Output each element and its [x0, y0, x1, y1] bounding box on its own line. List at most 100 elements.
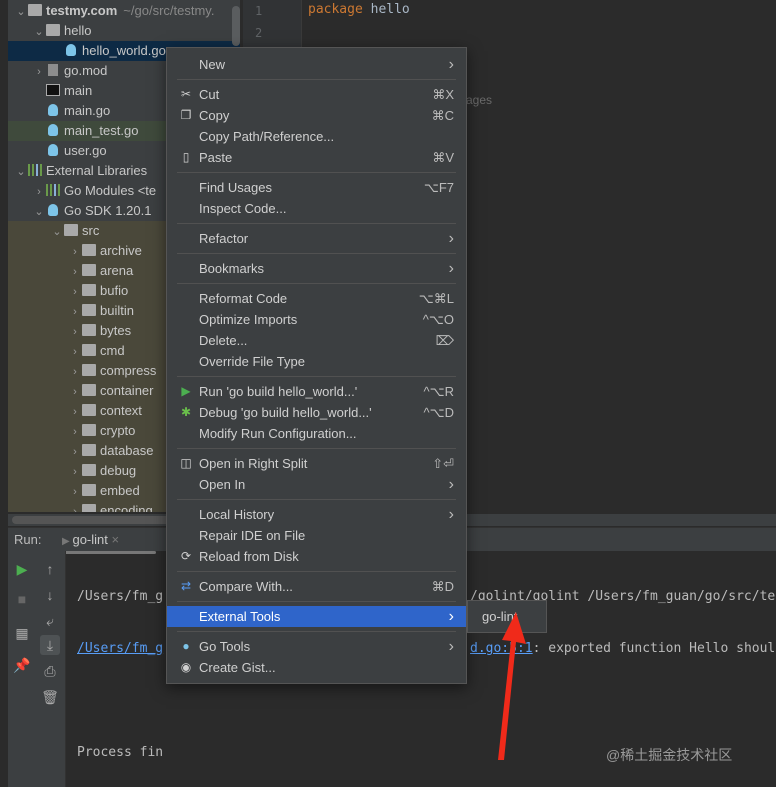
menu-item-delete[interactable]: Delete... ⌦	[167, 330, 466, 351]
chevron-down-icon[interactable]: ⌄	[32, 202, 46, 222]
menu-item-copy-path-reference[interactable]: Copy Path/Reference...	[167, 126, 466, 147]
tab-go-lint[interactable]: ▶ go-lint ×	[56, 532, 156, 554]
chevron-right-icon[interactable]: ›	[68, 342, 82, 362]
chevron-right-icon[interactable]: ›	[68, 262, 82, 282]
tree-item-label: hello	[64, 23, 92, 38]
menu-item-repair-ide-on-file[interactable]: Repair IDE on File	[167, 525, 466, 546]
chevron-right-icon[interactable]: ›	[68, 482, 82, 502]
tree-item-label: Go Modules <te	[64, 183, 157, 198]
menu-item-inspect-code[interactable]: Inspect Code...	[167, 198, 466, 219]
menu-item-reload-from-disk[interactable]: ⟳ Reload from Disk	[167, 546, 466, 567]
menu-item-open-in[interactable]: Open In ›	[167, 474, 466, 495]
chevron-down-icon[interactable]: ⌄	[14, 2, 28, 22]
menu-item-copy[interactable]: ❐ Copy ⌘C	[167, 105, 466, 126]
menu-item-label: Find Usages	[199, 180, 272, 195]
chevron-right-icon[interactable]: ›	[68, 462, 82, 482]
menu-item-label: Refactor	[199, 231, 249, 246]
tree-scrollbar[interactable]	[232, 6, 240, 46]
trash-icon[interactable]: 🗑	[40, 687, 60, 707]
menu-item-bookmarks[interactable]: Bookmarks ›	[167, 258, 466, 279]
folder-icon	[82, 324, 96, 336]
menu-item-compare-with[interactable]: ⇄ Compare With... ⌘D	[167, 576, 466, 597]
libs-icon	[46, 184, 60, 196]
menu-item-new[interactable]: New ›	[167, 54, 466, 75]
layout-icon[interactable]: ▦	[12, 623, 32, 643]
folder-icon	[82, 444, 96, 456]
menu-separator	[167, 495, 466, 504]
menu-item-paste[interactable]: ▯ Paste ⌘V	[167, 147, 466, 168]
tree-item-label: crypto	[100, 423, 136, 438]
menu-separator	[167, 597, 466, 606]
code-line[interactable]: package hello	[308, 2, 410, 17]
up-arrow-icon[interactable]: ↑	[40, 559, 60, 579]
tree-item-label: main.go	[64, 103, 111, 118]
shortcut: ^⌥R	[423, 384, 454, 399]
folder-icon	[82, 384, 96, 396]
menu-item-label: Bookmarks	[199, 261, 265, 276]
menu-item-modify-run-configuration[interactable]: Modify Run Configuration...	[167, 423, 466, 444]
shortcut: ⌥F7	[423, 180, 454, 195]
tab-label: go-lint	[72, 532, 108, 547]
menu-item-find-usages[interactable]: Find Usages ⌥F7	[167, 177, 466, 198]
tree-item[interactable]: ⌄ testmy.com ~/go/src/testmy.	[8, 1, 240, 21]
close-icon[interactable]: ×	[112, 532, 120, 547]
shortcut: ⇧⏎	[432, 456, 454, 471]
chevron-down-icon[interactable]: ⌄	[50, 222, 64, 242]
chevron-right-icon[interactable]: ›	[32, 62, 46, 82]
chevron-right-icon[interactable]: ›	[68, 302, 82, 322]
compare-icon: ⇄	[180, 579, 192, 593]
chevron-right-icon[interactable]: ›	[68, 382, 82, 402]
folder-icon	[82, 284, 96, 296]
menu-item-refactor[interactable]: Refactor ›	[167, 228, 466, 249]
chevron-right-icon[interactable]: ›	[32, 182, 46, 202]
scroll-to-end-icon[interactable]: ⤓	[40, 635, 60, 655]
menu-item-local-history[interactable]: Local History ›	[167, 504, 466, 525]
chevron-right-icon[interactable]: ›	[68, 242, 82, 262]
keyword: package	[308, 2, 363, 17]
chevron-right-icon[interactable]: ›	[68, 362, 82, 382]
stop-icon[interactable]: ■	[12, 589, 32, 609]
chevron-right-icon[interactable]: ›	[68, 282, 82, 302]
menu-item-label: Modify Run Configuration...	[199, 426, 357, 441]
soft-wrap-icon[interactable]: ⤶	[40, 611, 60, 631]
menu-item-override-file-type[interactable]: Override File Type	[167, 351, 466, 372]
tree-item-label: compress	[100, 363, 157, 378]
folder-icon	[82, 424, 96, 436]
tree-item-label: debug	[100, 463, 137, 478]
chevron-down-icon[interactable]: ⌄	[32, 22, 46, 42]
run-config-icon: ▶	[62, 536, 73, 547]
menu-item-debug-go-build-hello-world[interactable]: ✱ Debug 'go build hello_world...' ^⌥D	[167, 402, 466, 423]
menu-item-open-in-right-split[interactable]: ◫ Open in Right Split ⇧⏎	[167, 453, 466, 474]
print-icon[interactable]: ⎙	[40, 661, 60, 681]
pin-icon[interactable]: 📌	[12, 655, 32, 675]
tree-item[interactable]: ⌄ hello	[8, 21, 240, 41]
menu-separator	[167, 567, 466, 576]
shortcut: ⌘V	[432, 150, 454, 165]
rerun-icon[interactable]: ▶	[12, 559, 32, 579]
file-icon	[48, 64, 58, 76]
folder-icon	[64, 224, 78, 236]
menu-item-reformat-code[interactable]: Reformat Code ⌥⌘L	[167, 288, 466, 309]
menu-item-label: Debug 'go build hello_world...'	[199, 405, 372, 420]
console-link[interactable]: /Users/fm_g	[77, 641, 163, 656]
menu-item-optimize-imports[interactable]: Optimize Imports ^⌥O	[167, 309, 466, 330]
down-arrow-icon[interactable]: ↓	[40, 585, 60, 605]
tree-item-label: testmy.com	[46, 3, 118, 18]
menu-item-label: Reformat Code	[199, 291, 288, 306]
gopher-icon	[66, 44, 76, 56]
folder-icon	[82, 264, 96, 276]
chevron-right-icon[interactable]: ›	[68, 422, 82, 442]
menu-item-run-go-build-hello-world[interactable]: ▶ Run 'go build hello_world...' ^⌥R	[167, 381, 466, 402]
chevron-down-icon[interactable]: ⌄	[14, 162, 28, 182]
chevron-right-icon[interactable]: ›	[68, 322, 82, 342]
menu-item-create-gist[interactable]: ◉ Create Gist...	[167, 657, 466, 678]
chevron-right-icon[interactable]: ›	[68, 502, 82, 512]
chevron-right-icon: ›	[448, 476, 454, 493]
menu-item-cut[interactable]: ✂ Cut ⌘X	[167, 84, 466, 105]
chevron-right-icon[interactable]: ›	[68, 402, 82, 422]
menu-item-external-tools[interactable]: External Tools ›	[167, 606, 466, 627]
tree-item-label: External Libraries	[46, 163, 148, 178]
menu-item-go-tools[interactable]: ● Go Tools ›	[167, 636, 466, 657]
chevron-right-icon[interactable]: ›	[68, 442, 82, 462]
folder-icon	[82, 304, 96, 316]
